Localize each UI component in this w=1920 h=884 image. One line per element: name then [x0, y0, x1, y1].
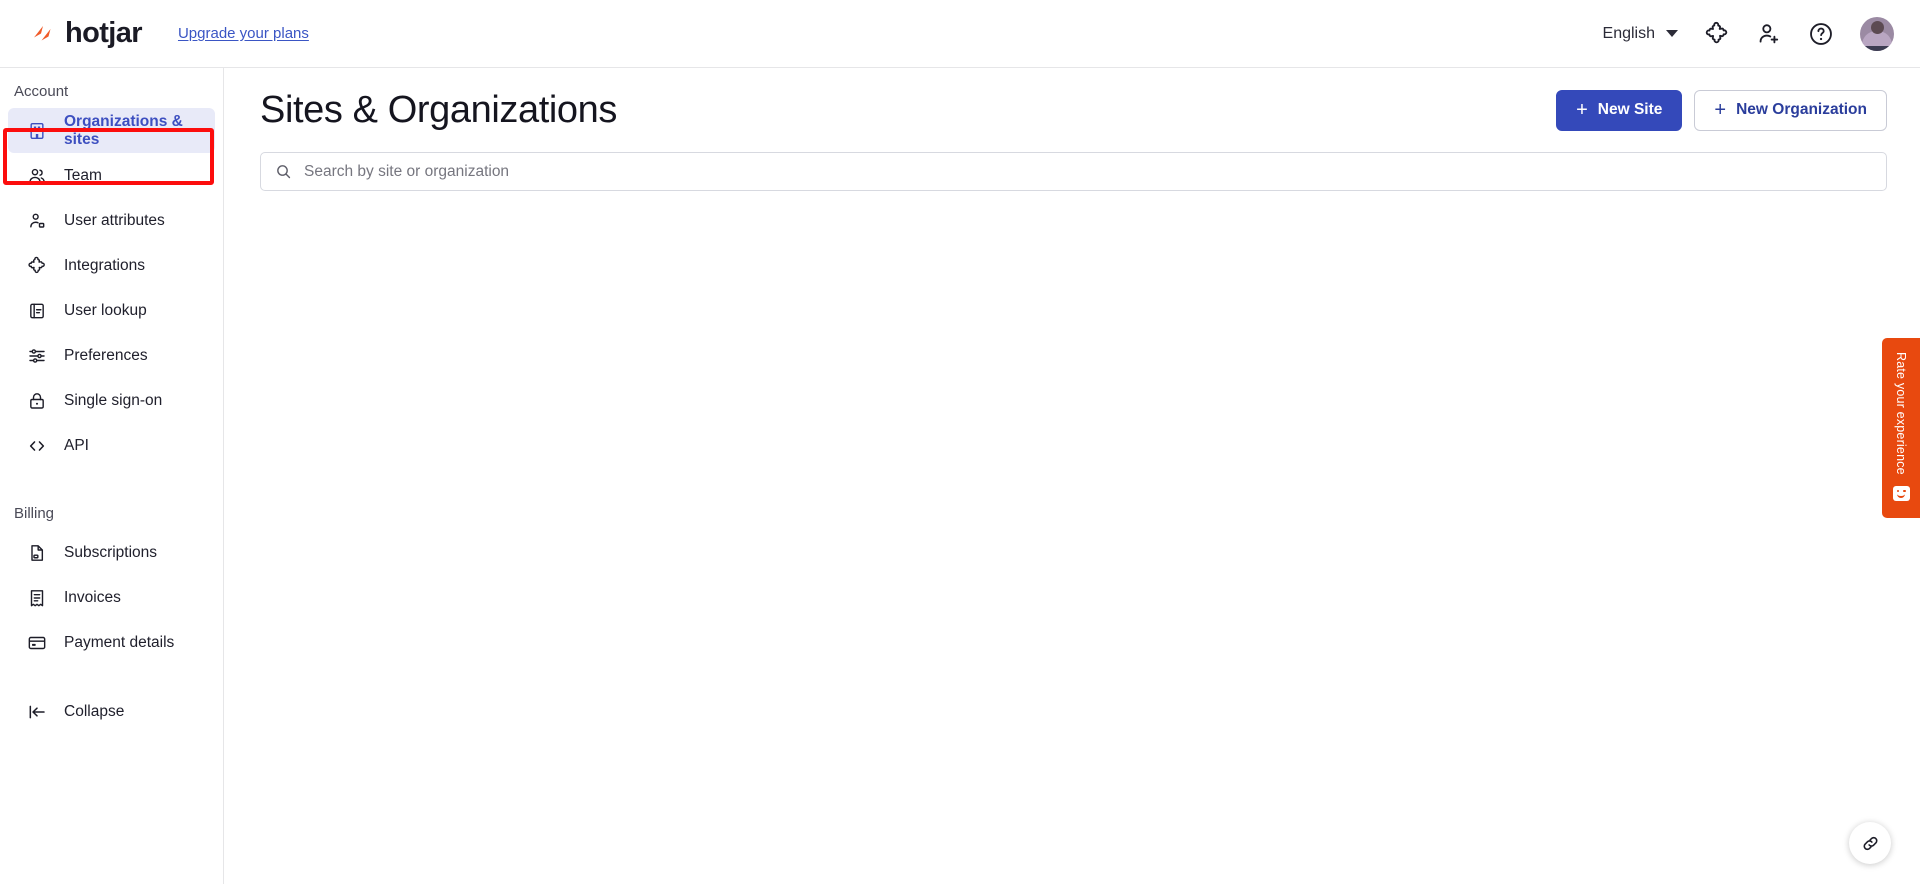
- sidebar-item-label: API: [64, 436, 89, 454]
- avatar[interactable]: [1860, 16, 1894, 51]
- document-icon: [31, 544, 44, 561]
- sidebar-group-label-account: Account: [14, 82, 69, 100]
- receipt-icon: [30, 589, 44, 606]
- puzzle-icon[interactable]: [1704, 21, 1730, 47]
- upgrade-plans-link[interactable]: Upgrade your plans: [178, 25, 309, 42]
- sidebar-item-team[interactable]: Team: [8, 153, 215, 198]
- search-icon: [277, 165, 291, 179]
- code-icon: [29, 440, 45, 451]
- collapse-left-icon: [29, 705, 45, 718]
- user-lookup-icon: [30, 303, 44, 318]
- sidebar-item-user-lookup[interactable]: User lookup: [8, 288, 215, 333]
- plus-icon: +: [1576, 99, 1588, 121]
- search-section: [225, 152, 1920, 191]
- rate-your-experience-tab[interactable]: Rate your experience: [1882, 338, 1920, 518]
- building-icon: [30, 122, 44, 139]
- search-box[interactable]: [260, 152, 1887, 191]
- link-icon: [1863, 836, 1877, 850]
- sidebar-item-preferences[interactable]: Preferences: [8, 333, 215, 378]
- lock-icon: [30, 392, 44, 409]
- brand-wordmark: hotjar: [65, 17, 143, 49]
- sliders-icon: [29, 348, 45, 363]
- hotjar-logo[interactable]: hotjar: [30, 17, 143, 49]
- page-header: Sites & Organizations + New Site + New O…: [225, 68, 1920, 152]
- people-icon: [29, 168, 45, 183]
- sidebar-collapse-button[interactable]: Collapse: [8, 689, 215, 734]
- new-organization-button[interactable]: + New Organization: [1694, 89, 1887, 131]
- sidebar-item-invoices[interactable]: Invoices: [8, 575, 215, 620]
- main-content: Sites & Organizations + New Site + New O…: [225, 68, 1920, 884]
- plus-icon: +: [1714, 99, 1727, 121]
- sidebar-group-label-billing: Billing: [14, 504, 55, 522]
- share-link-button[interactable]: [1849, 822, 1891, 864]
- language-label: English: [1602, 24, 1655, 42]
- sidebar-item-subscriptions[interactable]: Subscriptions: [8, 530, 215, 575]
- top-header-bar: hotjar Upgrade your plans English: [0, 0, 1920, 68]
- new-site-button[interactable]: + New Site: [1556, 89, 1683, 131]
- sidebar-item-label: Single sign-on: [64, 391, 163, 409]
- credit-card-icon: [28, 636, 46, 649]
- sidebar-item-integrations[interactable]: Integrations: [8, 243, 215, 288]
- sidebar-item-label: Payment details: [64, 633, 175, 651]
- sidebar-item-label: Integrations: [64, 256, 145, 274]
- search-input[interactable]: [304, 162, 1872, 181]
- help-circle-icon[interactable]: [1808, 21, 1834, 47]
- sidebar-item-api[interactable]: API: [8, 423, 215, 468]
- avatar-base: [1860, 45, 1894, 51]
- sidebar-item-label: Preferences: [64, 346, 148, 364]
- sidebar-collapse-label: Collapse: [64, 702, 125, 720]
- page-header-actions: + New Site + New Organization: [1556, 89, 1887, 131]
- add-user-icon[interactable]: [1756, 21, 1782, 47]
- sidebar-item-payment-details[interactable]: Payment details: [8, 620, 215, 665]
- puzzle-icon: [28, 256, 45, 273]
- user-attribute-icon: [30, 213, 45, 228]
- sidebar-item-label: Subscriptions: [64, 543, 158, 561]
- chevron-down-icon: [1666, 30, 1678, 37]
- avatar-head: [1870, 20, 1884, 34]
- sidebar-item-label: Organizations & sites: [64, 112, 183, 148]
- page-title: Sites & Organizations: [260, 88, 617, 131]
- hotjar-flame-icon: [34, 25, 51, 40]
- sidebar-navigation: Account Organizations & sites Team User …: [0, 68, 224, 884]
- sidebar-item-label: Invoices: [64, 588, 121, 606]
- sidebar-item-label: User lookup: [64, 301, 147, 319]
- new-organization-button-label: New Organization: [1736, 101, 1867, 118]
- header-actions: English: [1603, 16, 1894, 51]
- language-selector[interactable]: English: [1603, 25, 1678, 43]
- sidebar-item-label: Team: [64, 166, 102, 184]
- sidebar-item-label: User attributes: [64, 211, 165, 229]
- sidebar-item-single-sign-on[interactable]: Single sign-on: [8, 378, 215, 423]
- rate-tab-label: Rate your experience: [1894, 352, 1908, 475]
- smiley-face-icon: [1892, 485, 1910, 501]
- sidebar-item-user-attributes[interactable]: User attributes: [8, 198, 215, 243]
- sidebar-item-organizations-and-sites[interactable]: Organizations & sites: [8, 108, 215, 153]
- new-site-button-label: New Site: [1597, 101, 1663, 118]
